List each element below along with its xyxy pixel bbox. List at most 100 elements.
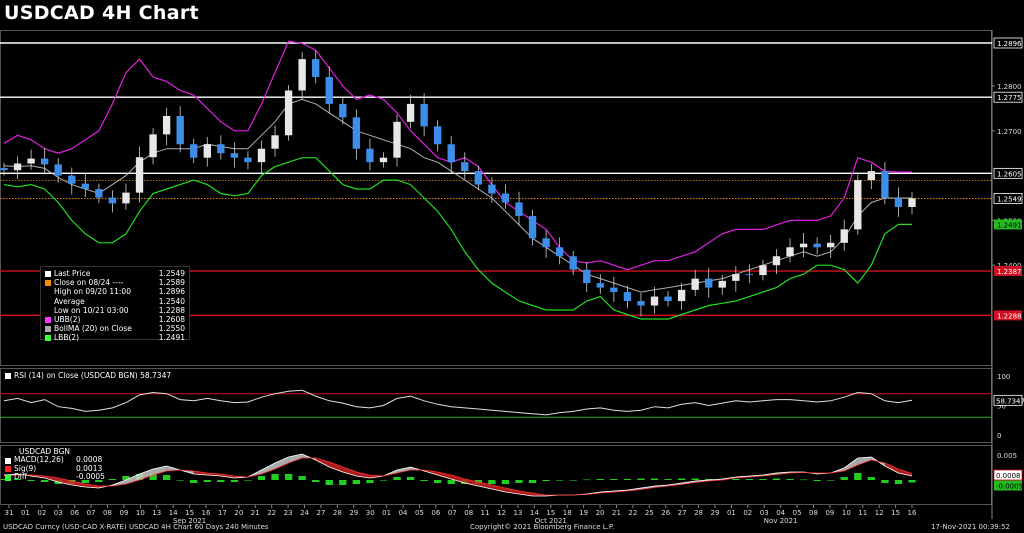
candle-body [257,148,266,163]
footer-copyright: Copyright© 2021 Bloomberg Finance L.P. [470,523,615,531]
candle-body [772,256,781,266]
price-tick-label: 1.2387 [997,268,1022,276]
candle-body [95,189,103,198]
candle-body [230,153,239,158]
candle-body [637,301,645,306]
macd-histogram-bar [786,479,794,480]
candle-body [583,269,591,284]
macd-histogram-bar [691,478,699,480]
date-tick-label: 19 [579,509,588,517]
date-tick-label: 29 [349,509,358,517]
date-tick-label: 05 [415,509,424,517]
date-tick-label: 15 [546,509,555,517]
candle-body [298,59,306,91]
macd-area [4,454,912,496]
macd-axis-label: 0.005 [997,452,1017,460]
macd-histogram-bar [284,474,293,480]
date-tick-label: 25 [645,509,654,517]
macd-histogram-bar [908,480,916,483]
date-tick-label: 09 [825,509,834,517]
legend-entry: LBB(2) 1.2491 [45,333,185,342]
legend-value: 1.2608 [158,315,185,325]
candle-body [284,90,293,136]
legend-swatch [45,270,51,277]
candle-body [786,247,794,257]
macd-histogram-bar [772,478,781,480]
date-tick-label: 01 [382,509,391,517]
macd-histogram-bar [881,480,889,483]
legend-value: 1.2549 [158,269,185,278]
date-tick-label: 31 [5,509,14,517]
candle-body [799,243,808,248]
legend-entry: BollMA (20) on Close 1.2550 [45,324,185,333]
macd-area-segment [329,462,343,472]
date-tick-label: 06 [70,509,79,517]
macd-value-label: 0.0008 [996,472,1021,480]
macd-histogram-bar [610,479,618,480]
macd-histogram-bar [325,480,333,485]
date-tick-label: 03 [54,509,63,517]
date-tick-label: 26 [661,509,670,517]
candle-body [528,215,537,239]
date-tick-label: 06 [431,509,440,517]
macd-histogram-bar [352,480,361,484]
date-tick-label: 02 [37,509,46,517]
date-tick-label: 22 [628,509,637,517]
date-tick-label: 20 [234,509,243,517]
month-label: Nov 2021 [764,517,798,525]
legend-label: Average [54,296,85,306]
legend-label: High on 09/20 11:00 [54,287,131,297]
macd-histogram-bar [650,478,659,480]
legend-entry: Average 1.2540 [45,297,185,306]
candle-body [203,144,211,158]
candle-body [13,163,22,171]
candle-body [623,292,632,302]
macd-legend-label: Diff [14,472,28,482]
date-tick-label: 08 [464,509,473,517]
legend-swatch [45,298,51,304]
macd-histogram-bar [732,479,740,480]
candle-body [840,229,848,243]
legend-entry: High on 09/20 11:00 1.2896 [45,287,185,296]
rsi-label-row: RSI (14) on Close (USDCAD BGN) 58.7347 [5,371,171,380]
candle-body [447,144,455,163]
price-tick-label: 1.2605 [997,170,1022,178]
date-tick-label: 09 [119,509,128,517]
candle-body [176,116,184,145]
date-tick-label: 01 [727,509,736,517]
legend-value: 1.2540 [158,296,185,306]
legend-entry: UBB(2) 1.2608 [45,315,185,324]
candle-body [650,296,659,306]
date-tick-label: 11 [858,509,867,517]
date-tick-label: 14 [169,509,178,517]
date-tick-label: 12 [497,509,506,517]
price-tick-label: 1.2549 [997,195,1022,203]
date-tick-label: 24 [300,509,309,517]
price-tick-label: 1.2491 [997,221,1022,229]
date-tick-label: 15 [185,509,194,517]
legend-swatch [45,307,51,313]
macd-legend: USDCAD BGN MACD(12,26) 0.0008 Sig(9) 0.0013… [5,447,105,482]
date-tick-label: 22 [267,509,276,517]
macd-histogram-bar [379,480,388,481]
macd-histogram-bar [542,480,550,481]
candle-body [705,278,713,288]
legend-entry: Last Price 1.2549 [45,269,185,278]
macd-histogram-bar [162,475,171,480]
macd-histogram-bar [244,480,252,481]
date-tick-label: 04 [399,509,408,517]
candle-body [542,238,550,248]
date-tick-label: 16 [908,509,917,517]
candle-body [68,175,76,184]
candle-body [908,198,916,207]
macd-histogram-bar [447,480,455,484]
macd-histogram-bar [176,480,184,481]
macd-histogram-bar [827,480,835,481]
candle-body [515,202,523,216]
macd-histogram-bar [677,478,686,480]
candle-body [149,134,157,158]
date-tick-label: 16 [202,509,211,517]
legend-value: 1.2550 [158,324,185,334]
date-tick-label: 08 [809,509,818,517]
macd-histogram-bar [867,477,876,480]
